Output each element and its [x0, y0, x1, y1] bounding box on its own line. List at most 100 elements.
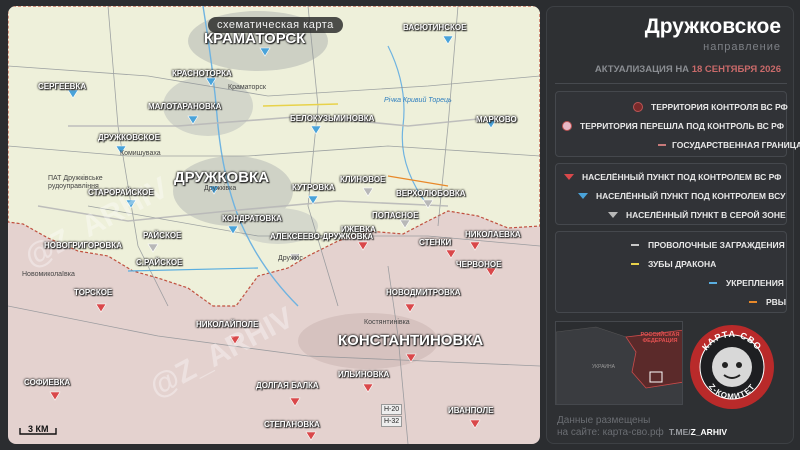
update-date-value: 18 СЕНТЯБРЯ 2026 — [691, 64, 781, 75]
update-date: АКТУАЛИЗАЦИЯ НА 18 СЕНТЯБРЯ 2026 — [595, 64, 781, 75]
line-icon — [628, 238, 642, 252]
handle-name: Z_ARHIV — [690, 427, 727, 437]
legend-item: НАСЕЛЁННЫЙ ПУНКТ ПОД КОНТРОЛЕМ ВСУ — [556, 188, 788, 204]
road-number: Н-20 — [381, 404, 403, 415]
line-icon — [706, 276, 720, 290]
circle-icon — [631, 100, 645, 114]
settlement-label[interactable]: Кондратовка — [222, 214, 282, 223]
telegram-handle[interactable]: T.ME/Z_ARHIV — [669, 427, 727, 437]
city-label-druzhkovka[interactable]: Дружковка — [174, 169, 269, 186]
settlement-label[interactable]: Новодмитровка — [386, 288, 461, 297]
line-icon — [628, 257, 642, 271]
settlement-label[interactable]: Стенки — [419, 238, 451, 247]
settlement-label[interactable]: Алексеево-Дружковка — [270, 232, 373, 241]
legend-territory: ТЕРРИТОРИЯ КОНТРОЛЯ ВС РФ ТЕРРИТОРИЯ ПЕР… — [555, 91, 800, 157]
legend-item: ТЕРРИТОРИЯ КОНТРОЛЯ ВС РФ — [556, 99, 788, 115]
river-label: Річка Кривий Торець — [384, 97, 452, 104]
legend-label: ЗУБЫ ДРАКОНА — [648, 259, 717, 269]
settlement-label[interactable]: Торское — [74, 288, 112, 297]
rf-settlement-marker — [485, 267, 497, 277]
map-view[interactable]: схематическая карта @Z_ARHIV @Z_ARHIV Кр… — [8, 6, 540, 444]
settlement-label[interactable]: Белокузьминовка — [290, 114, 374, 123]
legend-item: НАСЕЛЁННЫЙ ПУНКТ ПОД КОНТРОЛЕМ ВС РФ — [556, 169, 788, 185]
legend-item: ГОСУДАРСТВЕННАЯ ГРАНИЦА — [556, 137, 800, 153]
legend-label: РВЫ — [766, 297, 787, 307]
map-sublabel: Дружківка — [204, 185, 237, 192]
settlement-label[interactable]: Васютинское — [403, 23, 466, 32]
settlement-label[interactable]: Дружковское — [98, 133, 160, 142]
rf-settlement-marker — [305, 431, 317, 441]
settlement-label[interactable]: Иванполе — [448, 406, 493, 415]
rf-settlement-marker — [95, 303, 107, 313]
minimap-label-russia: РОССИЙСКАЯ ФЕДЕРАЦИЯ — [640, 332, 680, 344]
settlement-label[interactable]: Райское — [143, 231, 181, 240]
direction-title: Дружковское — [644, 15, 781, 38]
settlement-label[interactable]: Долгая Балка — [256, 381, 319, 390]
legend-item: НАСЕЛЁННЫЙ ПУНКТ В СЕРОЙ ЗОНЕ — [556, 207, 788, 223]
settlement-label[interactable]: Червоное — [456, 260, 501, 269]
triangle-icon — [562, 170, 576, 184]
rf-settlement-marker — [469, 241, 481, 251]
site-note-link[interactable]: на сайте: карта-сво.рф — [557, 427, 664, 439]
legend-item: ПРОВОЛОЧНЫЕ ЗАГРАЖДЕНИЯ — [556, 237, 788, 253]
legend-label: ТЕРРИТОРИЯ КОНТРОЛЯ ВС РФ — [651, 102, 788, 112]
legend-label: ПРОВОЛОЧНЫЕ ЗАГРАЖДЕНИЯ — [648, 240, 785, 250]
emblem-logo: КАРТА СВО Z-КОМИТЕТ — [690, 325, 774, 409]
legend-label: НАСЕЛЁННЫЙ ПУНКТ ПОД КОНТРОЛЕМ ВСУ — [596, 191, 786, 201]
settlement-label[interactable]: Красноторка — [172, 69, 232, 78]
settlement-label[interactable]: Ильиновка — [338, 370, 389, 379]
rf-settlement-marker — [289, 397, 301, 407]
site-note: Данные размещены на сайте: карта-сво.рф — [557, 415, 664, 439]
line-icon — [746, 295, 760, 309]
settlement-label[interactable]: Сергеевка — [38, 82, 86, 91]
settlement-label[interactable]: Малотарановка — [148, 102, 221, 111]
settlement-label[interactable]: Николаевка — [465, 230, 521, 239]
update-prefix: АКТУАЛИЗАЦИЯ НА — [594, 64, 690, 75]
rf-settlement-marker — [404, 303, 416, 313]
map-sublabel: ПАТ Дружківське рудоуправління — [48, 175, 103, 190]
line-icon — [658, 138, 666, 152]
city-label-konstantinovka[interactable]: Константиновка — [338, 332, 483, 349]
legend-item: ТЕРРИТОРИЯ ПЕРЕШЛА ПОД КОНТРОЛЬ ВС РФ — [556, 118, 788, 134]
legend-label: ТЕРРИТОРИЯ ПЕРЕШЛА ПОД КОНТРОЛЬ ВС РФ — [580, 121, 784, 131]
scale-label: 3 КМ — [28, 424, 49, 434]
settlement-label[interactable]: С.Райское — [136, 258, 182, 267]
city-label-kramatorsk[interactable]: Краматорск — [204, 30, 305, 47]
rf-settlement-marker — [362, 383, 374, 393]
settlement-label[interactable]: Марково — [476, 115, 517, 124]
handle-prefix: T.ME/ — [668, 427, 691, 437]
settlement-label[interactable]: Попасное — [372, 211, 418, 220]
road-number: Н-32 — [381, 416, 403, 427]
settlement-label[interactable]: Степановка — [264, 420, 320, 429]
settlement-label[interactable]: Кутровка — [292, 183, 335, 192]
map-sublabel: Новомиколаївка — [22, 271, 75, 278]
legend-fortifications: ПРОВОЛОЧНЫЕ ЗАГРАЖДЕНИЯ ЗУБЫ ДРАКОНА УКР… — [555, 231, 787, 313]
legend-item: РВЫ — [556, 294, 788, 310]
legend-label: НАСЕЛЁННЫЙ ПУНКТ ПОД КОНТРОЛЕМ ВС РФ — [582, 172, 782, 182]
circle-icon — [560, 119, 574, 133]
settlement-label[interactable]: Новогригоровка — [44, 241, 122, 250]
triangle-icon — [606, 208, 620, 222]
map-sublabel: Краматорск — [228, 84, 266, 91]
legend-label: ГОСУДАРСТВЕННАЯ ГРАНИЦА — [672, 140, 800, 150]
minimap-label-ukraine: УКРАИНА — [592, 364, 615, 370]
map-sublabel: Комишуваха — [120, 150, 161, 157]
rf-settlement-marker — [49, 391, 61, 401]
overview-minimap[interactable]: РОССИЙСКАЯ ФЕДЕРАЦИЯ УКРАИНА — [555, 321, 683, 405]
legend-label: УКРЕПЛЕНИЯ — [726, 278, 784, 288]
legend-settlements: НАСЕЛЁННЫЙ ПУНКТ ПОД КОНТРОЛЕМ ВС РФ НАС… — [555, 163, 787, 225]
legend-item: УКРЕПЛЕНИЯ — [556, 275, 788, 291]
legend-panel: Дружковское направление АКТУАЛИЗАЦИЯ НА … — [546, 6, 800, 444]
rf-settlement-marker — [469, 419, 481, 429]
settlement-label[interactable]: Клиновое — [340, 175, 385, 184]
settlement-label[interactable]: Софиевка — [24, 378, 70, 387]
rf-settlement-marker — [357, 241, 369, 251]
site-note-line1: Данные размещены — [557, 415, 651, 426]
settlement-label[interactable]: Верхолюбовка — [396, 189, 466, 198]
settlement-label[interactable]: Николайполе — [196, 320, 258, 329]
legend-item: ЗУБЫ ДРАКОНА — [556, 256, 788, 272]
map-sublabel: Дружкіс — [278, 255, 303, 262]
map-sublabel: Костянтинівка — [364, 319, 410, 326]
direction-subtitle: направление — [703, 41, 781, 53]
rf-settlement-marker — [445, 249, 457, 259]
